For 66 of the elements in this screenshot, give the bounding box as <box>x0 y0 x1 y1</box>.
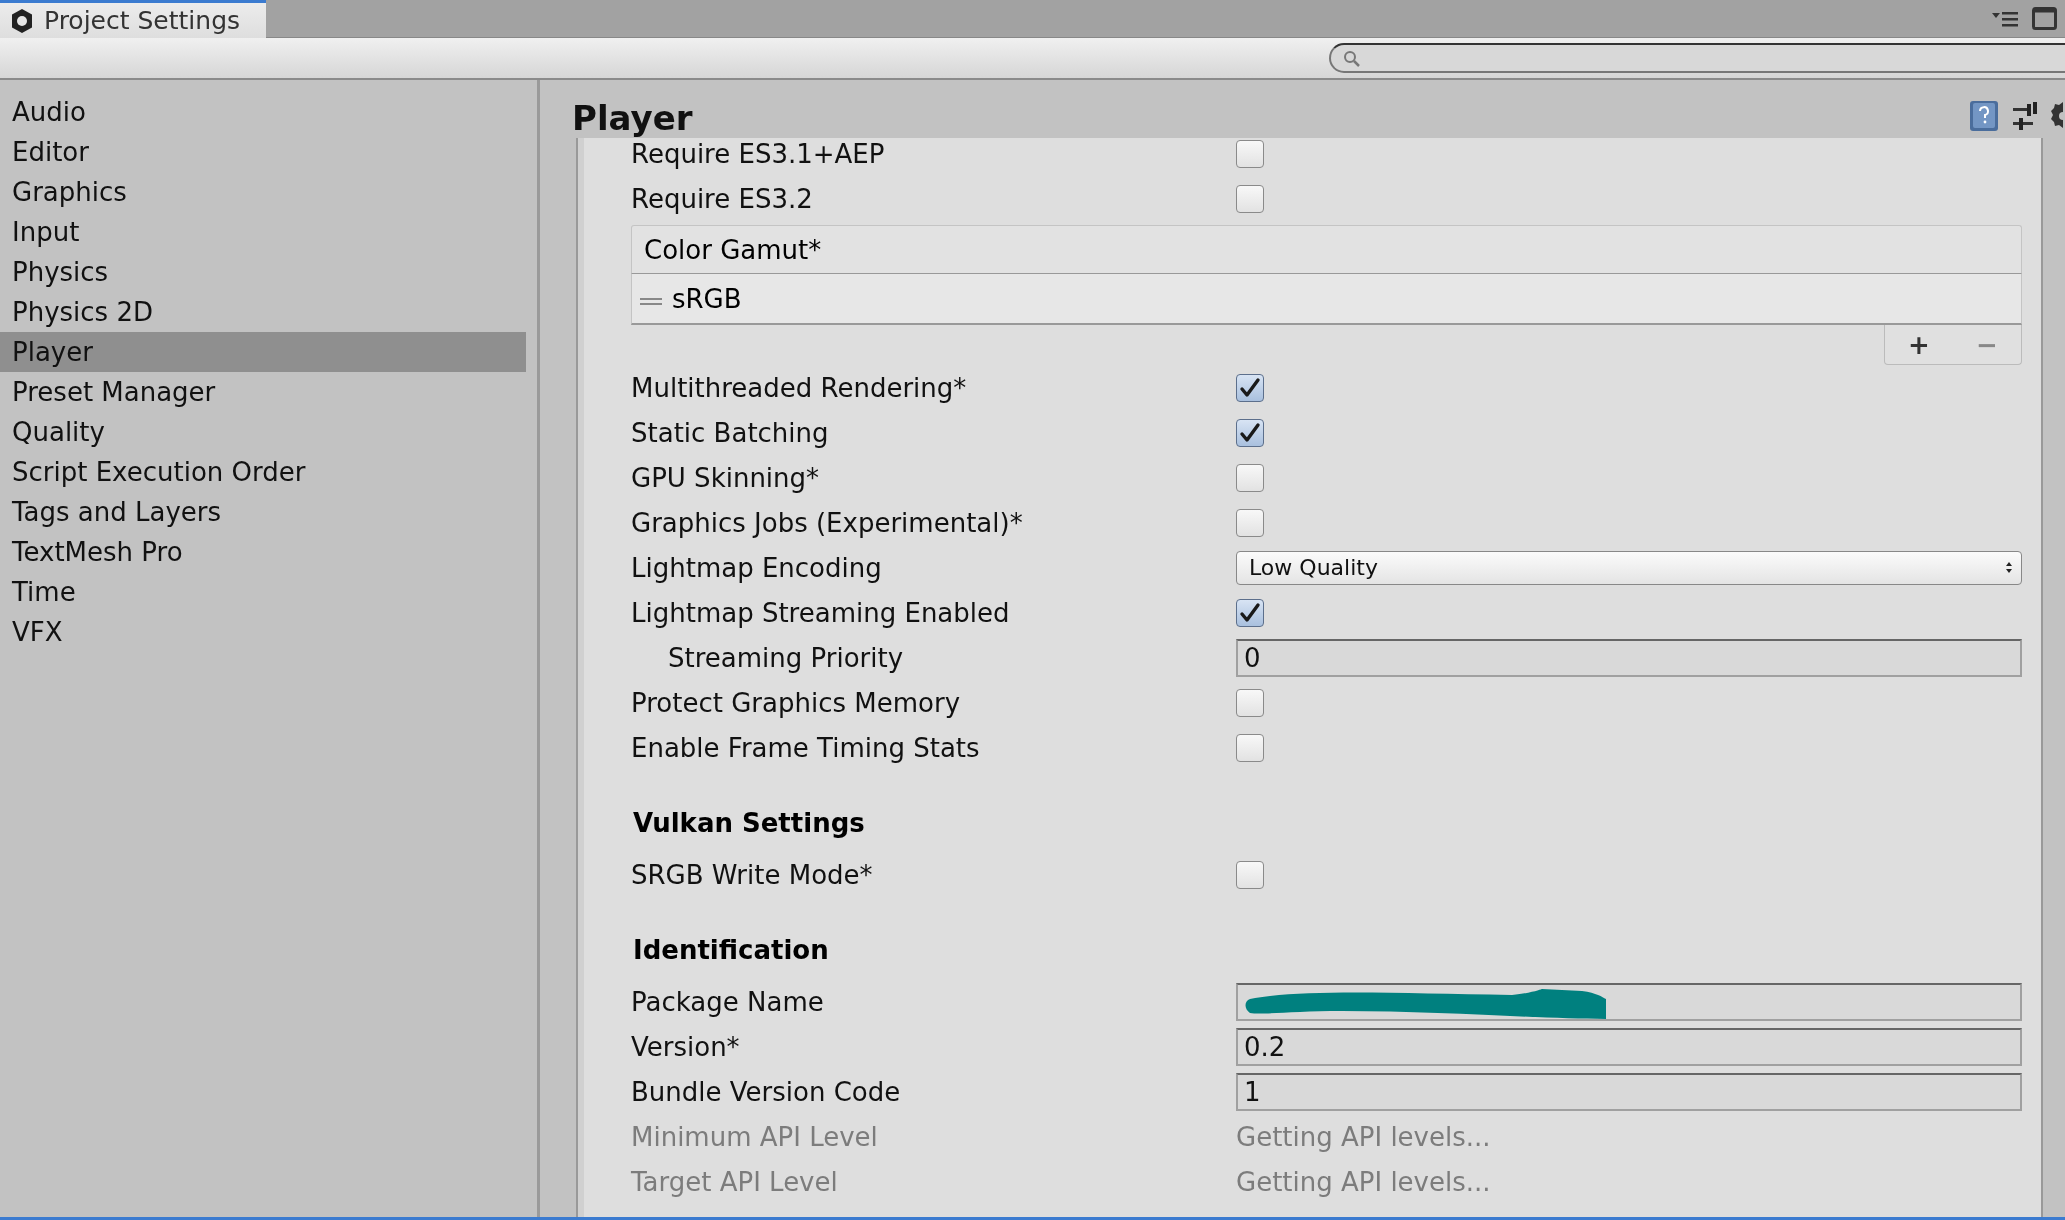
setting-label: Graphics Jobs (Experimental)* <box>631 507 1024 538</box>
help-book-icon[interactable] <box>1969 100 1999 132</box>
sidebar-item[interactable]: Physics 2D <box>0 292 526 332</box>
sidebar-item[interactable]: Player <box>0 332 526 372</box>
sidebar-item[interactable]: Script Execution Order <box>0 452 526 492</box>
checkbox[interactable] <box>1236 418 1264 447</box>
sidebar-item[interactable]: VFX <box>0 612 526 652</box>
section-header: Identification <box>632 934 830 967</box>
checkbox[interactable] <box>1236 184 1264 213</box>
status-text: Getting API levels... <box>1236 1121 1492 1152</box>
window-tab[interactable]: Project Settings <box>0 0 267 38</box>
input-field[interactable]: 0.2 <box>1236 1027 2022 1066</box>
input-field[interactable] <box>1236 982 2022 1021</box>
sidebar-item[interactable]: TextMesh Pro <box>0 532 526 572</box>
sidebar-item[interactable]: Tags and Layers <box>0 492 526 532</box>
sidebar-item[interactable]: Audio <box>0 92 526 132</box>
setting-label: Target API Level <box>631 1166 839 1197</box>
setting-label: Version* <box>631 1031 741 1062</box>
gear-icon[interactable] <box>2051 101 2063 131</box>
checkbox[interactable] <box>1236 860 1264 889</box>
setting-label: Protect Graphics Memory <box>631 687 961 718</box>
setting-label: Streaming Priority <box>667 642 905 673</box>
sidebar-item[interactable]: Editor <box>0 132 526 172</box>
list-item[interactable]: sRGB <box>631 274 2022 325</box>
setting-label: Enable Frame Timing Stats <box>631 732 981 763</box>
setting-label: Require ES3.2 <box>631 183 814 214</box>
checkbox[interactable] <box>1236 508 1264 537</box>
setting-label: GPU Skinning* <box>631 462 821 493</box>
setting-label: Lightmap Encoding <box>631 552 883 583</box>
checkmark-icon <box>1238 601 1262 624</box>
checkmark-icon <box>1238 376 1262 399</box>
list-header: Color Gamut* <box>631 225 2022 274</box>
checkbox[interactable] <box>1236 733 1264 762</box>
section-header: Vulkan Settings <box>632 807 866 840</box>
sidebar-item[interactable]: Time <box>0 572 526 612</box>
sidebar-item[interactable]: Graphics <box>0 172 526 212</box>
input-field[interactable]: 0 <box>1236 638 2022 677</box>
status-text: Getting API levels... <box>1236 1166 1492 1197</box>
setting-label: Require ES3.1+AEP <box>631 138 886 169</box>
setting-label: Package Name <box>631 986 825 1017</box>
setting-label: Lightmap Streaming Enabled <box>631 597 1011 628</box>
setting-label: Bundle Version Code <box>631 1076 902 1107</box>
checkmark-icon <box>1238 421 1262 444</box>
checkbox[interactable] <box>1236 373 1264 402</box>
setting-label: Minimum API Level <box>631 1121 879 1152</box>
sliders-icon[interactable] <box>2013 102 2037 130</box>
sidebar-item[interactable]: Input <box>0 212 526 252</box>
checkbox[interactable] <box>1236 688 1264 717</box>
sidebar-item[interactable]: Physics <box>0 252 526 292</box>
menu-icon[interactable] <box>1992 10 2018 27</box>
input-field[interactable]: 1 <box>1236 1072 2022 1111</box>
checkbox[interactable] <box>1236 598 1264 627</box>
updown-arrow-icon <box>2005 561 2013 574</box>
sidebar-item[interactable]: Preset Manager <box>0 372 526 412</box>
checkbox[interactable] <box>1236 463 1264 492</box>
setting-label: SRGB Write Mode* <box>631 859 874 890</box>
search-field[interactable] <box>1329 43 2065 73</box>
search-icon <box>1343 49 1360 67</box>
setting-label: Multithreaded Rendering* <box>631 372 968 403</box>
dropdown[interactable]: Low Quality <box>1236 550 2022 585</box>
panel-title: Player <box>572 98 693 138</box>
setting-label: Static Batching <box>631 417 830 448</box>
add-button[interactable]: + <box>1902 329 1936 360</box>
maximize-icon[interactable] <box>2032 7 2057 30</box>
sidebar-item[interactable]: Quality <box>0 412 526 452</box>
checkbox[interactable] <box>1236 139 1264 168</box>
